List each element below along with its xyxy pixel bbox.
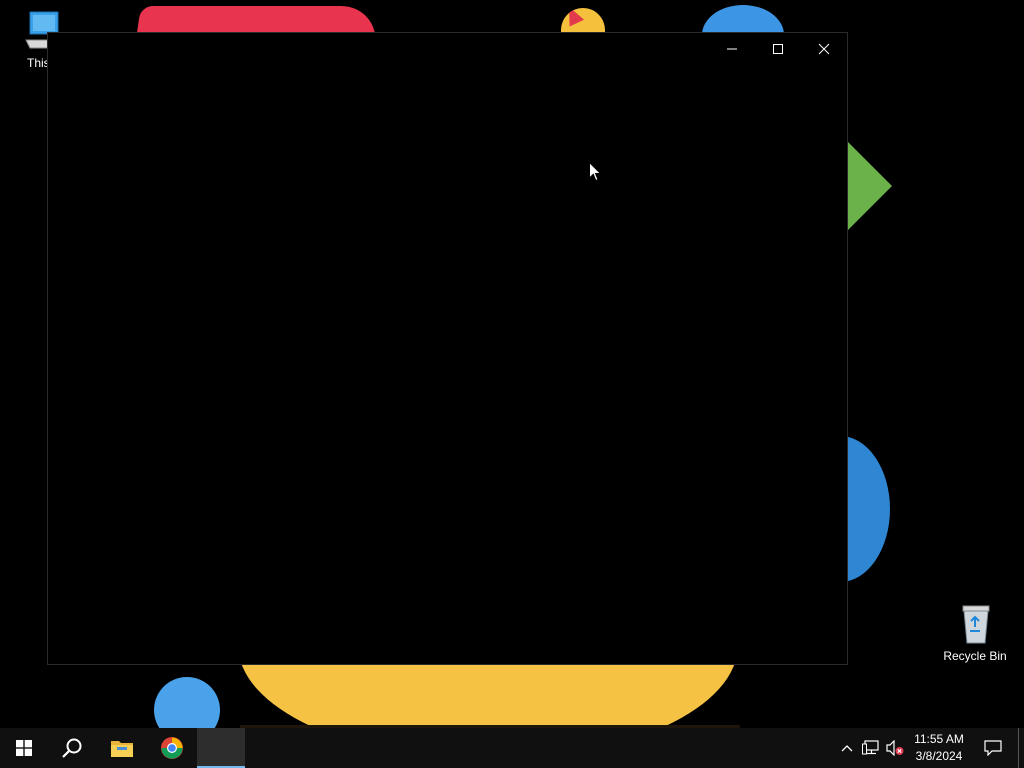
party-emoji-icon	[561, 8, 605, 34]
close-icon	[818, 43, 830, 55]
network-icon	[862, 740, 879, 755]
wallpaper-green-triangle	[848, 142, 892, 230]
mouse-cursor-icon	[589, 161, 602, 182]
maximize-button[interactable]	[755, 33, 801, 65]
show-desktop-button[interactable]	[1018, 728, 1024, 768]
volume-muted-icon	[886, 740, 904, 756]
desktop-icon-label: Recycle Bin	[943, 649, 1007, 663]
recycle-bin-icon	[955, 603, 995, 645]
window-thumbnail-icon	[198, 730, 244, 766]
chrome-button[interactable]	[148, 728, 196, 768]
start-button[interactable]	[0, 728, 48, 768]
desktop-icon-recycle-bin[interactable]: Recycle Bin	[939, 603, 1011, 663]
folder-icon	[111, 741, 133, 757]
search-button[interactable]	[48, 728, 96, 768]
minimize-button[interactable]	[709, 33, 755, 65]
chrome-icon	[161, 737, 183, 759]
file-explorer-button[interactable]	[98, 728, 146, 768]
taskbar-active-window[interactable]	[197, 728, 245, 768]
wallpaper-blue-ball	[154, 677, 220, 728]
taskbar: 11:55 AM 3/8/2024	[0, 728, 1024, 768]
volume-button[interactable]	[884, 728, 906, 768]
chevron-up-icon	[841, 745, 853, 752]
clock-date: 3/8/2024	[915, 749, 963, 763]
maximize-icon	[773, 44, 783, 54]
close-button[interactable]	[801, 33, 847, 65]
minimize-icon	[727, 48, 737, 50]
notification-icon	[984, 740, 1002, 756]
app-window[interactable]	[47, 32, 848, 665]
taskbar-clock[interactable]: 11:55 AM 3/8/2024	[906, 731, 972, 765]
windows-logo-icon	[16, 740, 32, 756]
window-content	[48, 65, 847, 664]
window-titlebar[interactable]	[48, 33, 847, 65]
action-center-button[interactable]	[978, 728, 1008, 768]
search-icon	[62, 738, 82, 758]
clock-time: 11:55 AM	[914, 732, 964, 746]
network-button[interactable]	[860, 728, 882, 768]
tray-overflow-button[interactable]	[838, 728, 856, 768]
